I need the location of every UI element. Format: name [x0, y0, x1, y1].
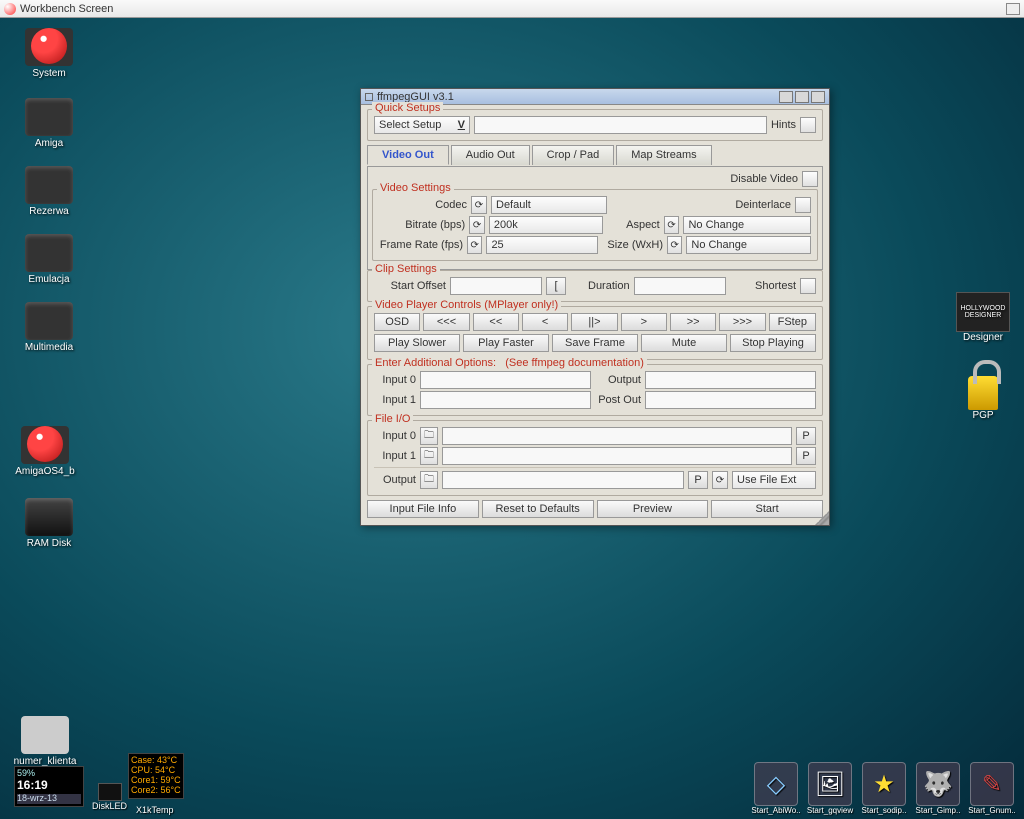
- icon-system[interactable]: System: [14, 28, 84, 79]
- hints-checkbox[interactable]: [800, 117, 816, 133]
- temps-widget[interactable]: Case: 43°C CPU: 54°C Core1: 59°C Core2: …: [128, 753, 184, 799]
- icon-amiga[interactable]: Amiga: [14, 98, 84, 149]
- window-title: ffmpegGUI v3.1: [377, 91, 454, 103]
- disable-video-checkbox[interactable]: [802, 171, 818, 187]
- dock-gqview[interactable]: 🖼Start_gqview: [804, 762, 856, 815]
- seek-bbb-button[interactable]: <<<: [423, 313, 469, 331]
- clip-settings-group: Clip Settings Start Offset [ Duration Sh…: [367, 270, 823, 302]
- shortest-checkbox[interactable]: [800, 278, 816, 294]
- icon-multimedia[interactable]: Multimedia: [14, 302, 84, 353]
- in1-p-button[interactable]: P: [796, 447, 816, 465]
- mute-button[interactable]: Mute: [641, 334, 727, 352]
- dock-sodipodi[interactable]: ★Start_sodip..: [858, 762, 910, 815]
- extra-in1-field[interactable]: [420, 391, 591, 409]
- out-browse-icon[interactable]: 🗀: [420, 471, 438, 489]
- save-frame-button[interactable]: Save Frame: [552, 334, 638, 352]
- duration-field[interactable]: [634, 277, 726, 295]
- depth-icon[interactable]: [811, 91, 825, 103]
- osd-button[interactable]: OSD: [374, 313, 420, 331]
- setup-name-field[interactable]: [474, 116, 767, 134]
- seek-ff-button[interactable]: >>: [670, 313, 716, 331]
- playpause-button[interactable]: ||>: [571, 313, 617, 331]
- iconify-icon[interactable]: [779, 91, 793, 103]
- icon-pgp[interactable]: PGP: [948, 376, 1018, 421]
- workbench-titlebar: Workbench Screen: [0, 0, 1024, 18]
- file-io-group: File I/O Input 0 🗀 P Input 1 🗀 P Output …: [367, 420, 823, 496]
- extra-out-field[interactable]: [645, 371, 816, 389]
- out-p-button[interactable]: P: [688, 471, 708, 489]
- fps-cycle-icon[interactable]: ⟳: [467, 236, 482, 254]
- tab-video-out[interactable]: Video Out: [367, 145, 449, 165]
- codec-cycle-icon[interactable]: ⟳: [471, 196, 487, 214]
- aspect-cycle-icon[interactable]: ⟳: [664, 216, 680, 234]
- reset-defaults-button[interactable]: Reset to Defaults: [482, 500, 594, 518]
- dock-abiword[interactable]: ◇Start_AbiWo..: [750, 762, 802, 815]
- out-path-field[interactable]: [442, 471, 684, 489]
- start-offset-field[interactable]: [450, 277, 542, 295]
- boing-icon: [4, 3, 16, 15]
- icon-amigaos4b[interactable]: AmigaOS4_b: [10, 426, 80, 477]
- bitrate-cycle-icon[interactable]: ⟳: [469, 216, 485, 234]
- player-controls-group: Video Player Controls (MPlayer only!) OS…: [367, 306, 823, 360]
- ext-combo[interactable]: Use File Ext: [732, 471, 816, 489]
- titlebar-text: Workbench Screen: [20, 3, 113, 15]
- aspect-combo[interactable]: No Change: [683, 216, 811, 234]
- extra-post-field[interactable]: [645, 391, 816, 409]
- tab-map-streams[interactable]: Map Streams: [616, 145, 711, 165]
- in1-path-field[interactable]: [442, 447, 792, 465]
- video-out-panel: Disable Video Video Settings Codec ⟳ Def…: [367, 166, 823, 270]
- play-slower-button[interactable]: Play Slower: [374, 334, 460, 352]
- icon-designer[interactable]: HOLLYWOODDESIGNERDesigner: [948, 292, 1018, 343]
- extra-options-group: Enter Additional Options: (See ffmpeg do…: [367, 364, 823, 416]
- fstep-button[interactable]: FStep: [769, 313, 816, 331]
- fps-combo[interactable]: 25: [486, 236, 597, 254]
- bracket-button[interactable]: [: [546, 277, 566, 295]
- ext-cycle-icon[interactable]: ⟳: [712, 471, 728, 489]
- dock-gnumeric[interactable]: ✎Start_Gnum..: [966, 762, 1018, 815]
- size-combo[interactable]: No Change: [686, 236, 811, 254]
- seek-b-button[interactable]: <: [522, 313, 568, 331]
- tab-crop-pad[interactable]: Crop / Pad: [532, 145, 615, 165]
- codec-combo[interactable]: Default: [491, 196, 607, 214]
- icon-numer-klienta[interactable]: numer_klienta: [10, 716, 80, 767]
- ffmpeggui-window: ffmpegGUI v3.1 Quick Setups Select Setup…: [360, 88, 830, 526]
- diskled-widget[interactable]: DiskLED: [92, 783, 127, 811]
- x1ktemp-label: X1kTemp: [136, 805, 174, 815]
- bitrate-combo[interactable]: 200k: [489, 216, 603, 234]
- preview-button[interactable]: Preview: [597, 500, 709, 518]
- dock-gimp[interactable]: 🐺Start_Gimp..: [912, 762, 964, 815]
- select-setup-combo[interactable]: Select SetupV: [374, 116, 470, 134]
- seek-f-button[interactable]: >: [621, 313, 667, 331]
- amidock: ◇Start_AbiWo.. 🖼Start_gqview ★Start_sodi…: [750, 762, 1018, 815]
- in0-p-button[interactable]: P: [796, 427, 816, 445]
- in0-path-field[interactable]: [442, 427, 792, 445]
- video-settings-group: Video Settings Codec ⟳ Default Deinterla…: [372, 189, 818, 261]
- close-icon[interactable]: [365, 93, 373, 101]
- resize-handle-icon[interactable]: [815, 511, 829, 525]
- play-faster-button[interactable]: Play Faster: [463, 334, 549, 352]
- seek-fff-button[interactable]: >>>: [719, 313, 765, 331]
- extra-in0-field[interactable]: [420, 371, 591, 389]
- in1-browse-icon[interactable]: 🗀: [420, 447, 438, 465]
- seek-bb-button[interactable]: <<: [473, 313, 519, 331]
- zoom-icon[interactable]: [795, 91, 809, 103]
- tab-audio-out[interactable]: Audio Out: [451, 145, 530, 165]
- deinterlace-checkbox[interactable]: [795, 197, 811, 213]
- stop-playing-button[interactable]: Stop Playing: [730, 334, 816, 352]
- in0-browse-icon[interactable]: 🗀: [420, 427, 438, 445]
- tab-bar: Video Out Audio Out Crop / Pad Map Strea…: [367, 145, 823, 165]
- start-button[interactable]: Start: [711, 500, 823, 518]
- size-cycle-icon[interactable]: ⟳: [667, 236, 682, 254]
- icon-rezerwa[interactable]: Rezerwa: [14, 166, 84, 217]
- clock-widget[interactable]: 59% 16:19 18-wrz-13: [14, 766, 84, 807]
- icon-ramdisk[interactable]: RAM Disk: [14, 498, 84, 549]
- titlebar-gadget-icon[interactable]: [1006, 3, 1020, 15]
- icon-emulacja[interactable]: Emulacja: [14, 234, 84, 285]
- quick-setups-group: Quick Setups Select SetupV Hints: [367, 109, 823, 141]
- input-file-info-button[interactable]: Input File Info: [367, 500, 479, 518]
